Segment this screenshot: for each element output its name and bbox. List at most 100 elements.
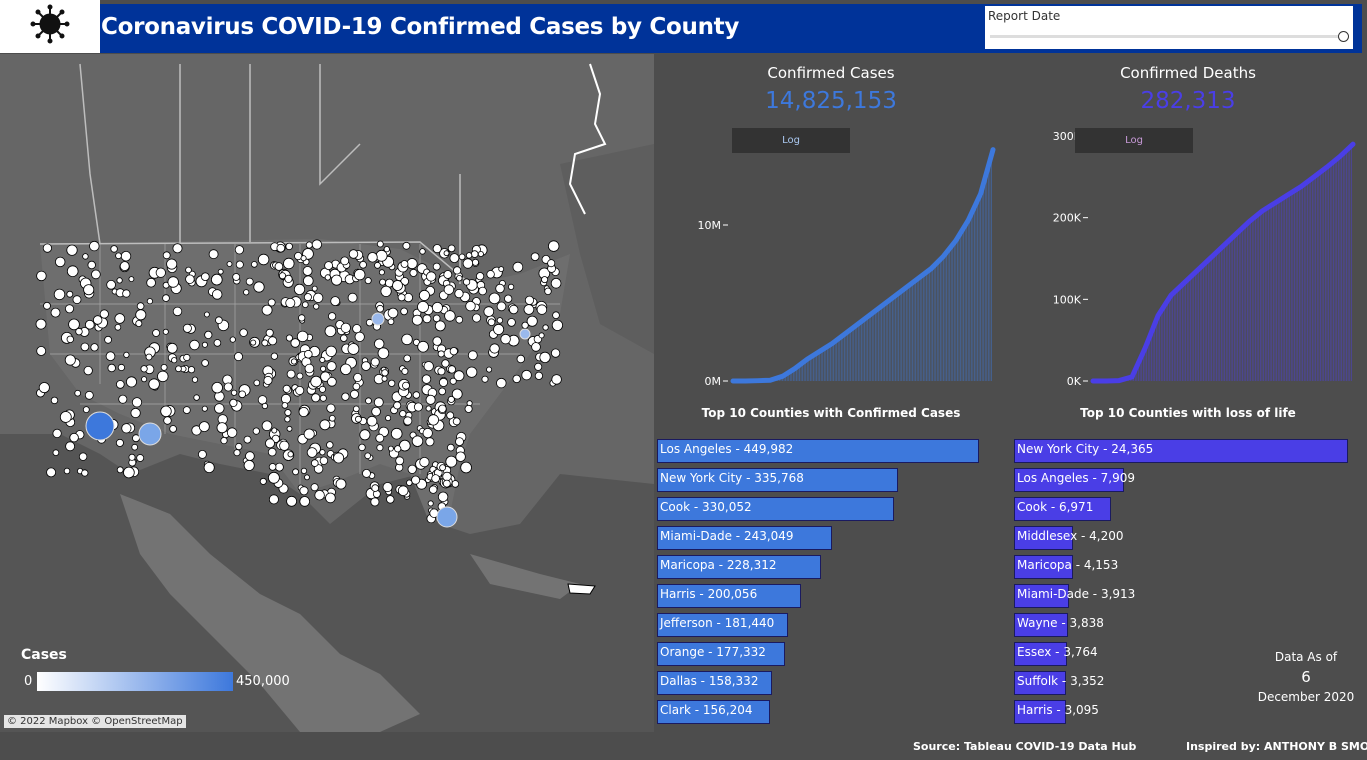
county-bubble[interactable]: [477, 250, 484, 257]
county-bubble[interactable]: [319, 356, 326, 363]
county-bubble[interactable]: [183, 353, 191, 362]
county-bubble[interactable]: [52, 428, 62, 438]
county-bubble[interactable]: [185, 274, 195, 284]
county-bubble[interactable]: [302, 266, 313, 276]
county-bubble[interactable]: [42, 243, 53, 253]
county-bubble[interactable]: [119, 261, 130, 272]
county-bubble[interactable]: [403, 354, 412, 363]
county-bubble[interactable]: [362, 468, 371, 478]
county-bubble[interactable]: [462, 258, 474, 269]
county-bubble[interactable]: [470, 250, 479, 258]
county-bubble[interactable]: [365, 397, 372, 405]
county-bubble[interactable]: [425, 405, 432, 412]
county-bubble[interactable]: [238, 390, 247, 399]
county-bubble[interactable]: [417, 300, 429, 313]
county-bubble[interactable]: [53, 288, 66, 301]
county-bubble[interactable]: [486, 366, 493, 373]
county-bubble[interactable]: [394, 445, 402, 453]
county-bubble[interactable]: [162, 328, 169, 335]
county-bubble[interactable]: [52, 449, 60, 457]
county-bubble[interactable]: [128, 453, 136, 461]
county-bubble[interactable]: [304, 363, 315, 374]
county-bubble[interactable]: [454, 289, 464, 299]
county-bubble[interactable]: [395, 456, 405, 466]
county-bubble[interactable]: [311, 285, 318, 292]
county-bubble[interactable]: [521, 369, 532, 381]
county-bubble[interactable]: [425, 394, 436, 405]
county-bubble[interactable]: [36, 346, 47, 356]
county-bubble[interactable]: [354, 268, 366, 281]
county-bubble[interactable]: [399, 410, 407, 418]
county-bubble[interactable]: [438, 377, 448, 387]
county-bubble[interactable]: [117, 363, 126, 372]
county-bubble[interactable]: [449, 347, 458, 356]
county-bubble[interactable]: [375, 433, 385, 443]
county-bubble[interactable]: [438, 404, 447, 413]
county-bubble[interactable]: [427, 414, 439, 426]
county-bubble[interactable]: [371, 484, 380, 492]
county-bubble[interactable]: [198, 421, 210, 433]
county-bubble[interactable]: [418, 289, 430, 301]
county-bubble[interactable]: [318, 385, 326, 393]
county-bubble[interactable]: [203, 461, 215, 473]
county-bubble[interactable]: [354, 415, 362, 423]
county-bubble[interactable]: [437, 350, 445, 358]
county-bubble[interactable]: [486, 270, 495, 279]
county-bubble[interactable]: [319, 456, 329, 465]
county-bubble[interactable]: [189, 339, 200, 351]
county-bubble[interactable]: [250, 339, 257, 346]
county-bubble[interactable]: [326, 441, 334, 449]
county-bubble[interactable]: [155, 267, 166, 278]
county-bubble[interactable]: [406, 479, 413, 486]
county-bubble[interactable]: [99, 309, 109, 319]
county-bubble[interactable]: [319, 449, 326, 456]
county-bubble[interactable]: [407, 464, 417, 474]
county-bubble[interactable]: [175, 365, 182, 373]
county-bubble[interactable]: [442, 471, 452, 482]
county-bubble[interactable]: [160, 363, 168, 371]
county-bubble[interactable]: [201, 359, 209, 367]
county-bubble[interactable]: [489, 343, 500, 354]
county-bubble[interactable]: [146, 298, 153, 305]
county-bubble[interactable]: [265, 438, 275, 449]
county-bubble[interactable]: [458, 253, 466, 261]
county-bubble[interactable]: [245, 451, 255, 461]
county-bubble[interactable]: [167, 342, 178, 354]
county-bubble[interactable]: [118, 394, 128, 404]
county-bubble[interactable]: [74, 389, 81, 397]
county-bubble[interactable]: [276, 243, 286, 253]
county-bubble[interactable]: [141, 376, 148, 383]
county-bubble[interactable]: [304, 474, 310, 481]
county-bubble[interactable]: [393, 401, 402, 410]
county-bubble[interactable]: [455, 437, 464, 447]
county-bubble[interactable]: [381, 369, 389, 377]
county-bubble[interactable]: [121, 423, 132, 434]
county-bubble[interactable]: [182, 323, 192, 333]
county-bubble[interactable]: [311, 393, 321, 403]
bubble-cook[interactable]: [371, 312, 385, 326]
county-bubble[interactable]: [340, 334, 348, 342]
county-bubble[interactable]: [211, 273, 223, 286]
county-bubble[interactable]: [509, 304, 519, 315]
county-bubble[interactable]: [286, 369, 296, 379]
county-bubble[interactable]: [136, 454, 145, 462]
county-bubble[interactable]: [303, 293, 312, 302]
county-bubble[interactable]: [340, 322, 351, 333]
county-bubble[interactable]: [419, 248, 426, 255]
county-bubble[interactable]: [444, 310, 456, 322]
county-bubble[interactable]: [116, 277, 123, 284]
county-bubble[interactable]: [335, 478, 347, 490]
county-bubble[interactable]: [261, 304, 273, 316]
county-bubble[interactable]: [432, 336, 442, 346]
county-bubble[interactable]: [204, 330, 213, 339]
county-bubble[interactable]: [359, 261, 367, 269]
county-bubble[interactable]: [36, 270, 47, 282]
county-bubble[interactable]: [328, 414, 336, 422]
county-bubble[interactable]: [243, 289, 250, 296]
county-bubble[interactable]: [361, 361, 371, 371]
county-bubble[interactable]: [387, 307, 399, 319]
county-bubble[interactable]: [126, 376, 138, 388]
county-bubble[interactable]: [447, 365, 456, 374]
report-date-slider-thumb[interactable]: [1338, 31, 1349, 42]
county-bubble[interactable]: [455, 315, 464, 324]
